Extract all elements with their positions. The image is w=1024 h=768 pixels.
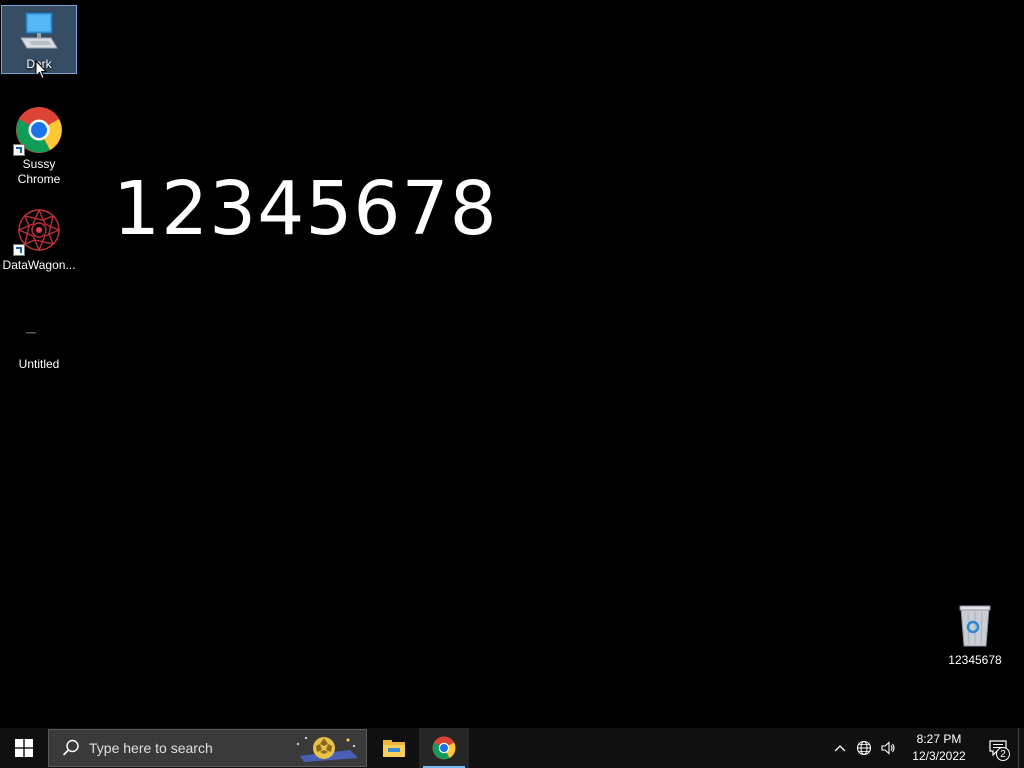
clock-time: 8:27 PM (916, 732, 962, 746)
system-tray: 8:27 PM 12/3/2022 2 (828, 728, 1024, 768)
search-highlight-illustration-icon (296, 737, 358, 762)
start-button[interactable] (0, 728, 48, 768)
mouse-cursor-icon (35, 59, 48, 85)
file-explorer-icon (383, 740, 405, 757)
desktop-icon-recycle-bin[interactable]: 12345678 (937, 600, 1013, 668)
blank-file-icon (15, 305, 63, 353)
action-center-button[interactable]: 2 (978, 728, 1018, 768)
computer-icon (15, 8, 63, 56)
show-desktop-button[interactable] (1018, 728, 1024, 768)
desktop-icon-label: Sussy Chrome (17, 157, 61, 186)
taskbar-file-explorer-button[interactable] (369, 728, 419, 768)
desktop-icon-label: 12345678 (948, 653, 1002, 667)
chrome-icon (432, 736, 456, 760)
shortcut-arrow-icon (13, 144, 25, 156)
desktop-icon-label: DataWagon... (2, 258, 76, 272)
datawagon-icon (13, 206, 63, 256)
taskbar-search-box[interactable] (48, 729, 367, 767)
speaker-icon (881, 741, 895, 755)
clock-date: 12/3/2022 (912, 749, 966, 763)
volume-button[interactable] (876, 728, 900, 768)
chevron-up-icon (834, 745, 846, 752)
network-globe-icon (856, 740, 872, 756)
desktop-icon-datawagon[interactable]: DataWagon... (1, 204, 77, 272)
taskbar: 8:27 PM 12/3/2022 2 (0, 728, 1024, 768)
desktop[interactable]: Dark Sussy Chrome (0, 0, 1024, 728)
shortcut-arrow-icon (13, 244, 25, 256)
desktop-icon-label: Untitled (18, 357, 60, 371)
desktop-icon-untitled[interactable]: Untitled (1, 303, 77, 373)
search-input[interactable] (87, 739, 271, 757)
network-button[interactable] (852, 728, 876, 768)
notification-count-badge: 2 (996, 747, 1010, 761)
chrome-icon (13, 106, 63, 156)
taskbar-clock[interactable]: 8:27 PM 12/3/2022 (906, 731, 972, 765)
recycle-bin-icon (951, 602, 999, 650)
show-hidden-icons-button[interactable] (828, 728, 852, 768)
windows-logo-icon (15, 739, 33, 757)
search-icon (62, 739, 79, 756)
desktop-icon-sussy-chrome[interactable]: Sussy Chrome (1, 104, 77, 188)
desktop-large-text: 12345678 (113, 166, 498, 252)
taskbar-chrome-button[interactable] (419, 728, 469, 768)
